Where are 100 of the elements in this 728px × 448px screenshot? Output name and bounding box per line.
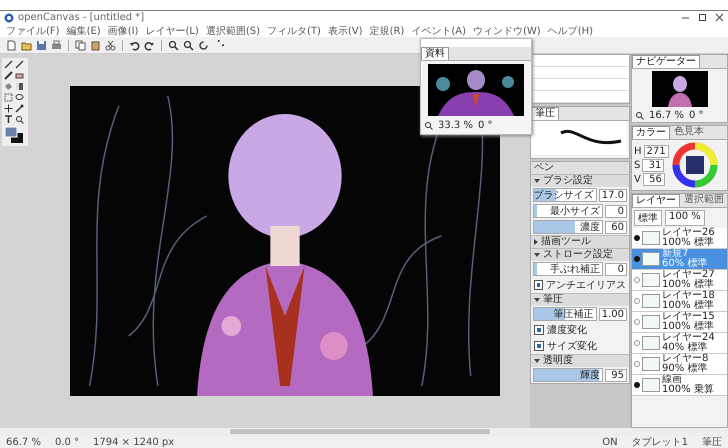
pen-tool-icon[interactable] bbox=[4, 60, 13, 69]
menu-item[interactable]: 選択範囲(S) bbox=[206, 24, 260, 38]
layer-row[interactable]: レイヤー15 100% 標準 bbox=[632, 312, 727, 333]
checkbox-label: 濃度変化 bbox=[547, 324, 587, 337]
slider[interactable]: 濃度 bbox=[533, 220, 603, 234]
layer-thumbnail bbox=[642, 315, 660, 329]
print-icon[interactable] bbox=[51, 40, 62, 50]
slider[interactable]: 手ぶれ補正 bbox=[533, 262, 603, 276]
layer-row[interactable]: レイヤー8 90% 標準 bbox=[632, 354, 727, 375]
layer-row[interactable]: レイヤー18 100% 標準 bbox=[632, 291, 727, 312]
visibility-dot[interactable] bbox=[634, 298, 640, 304]
brush-name: ペン bbox=[531, 162, 629, 174]
zoom-in-icon[interactable] bbox=[168, 40, 179, 50]
menu-item[interactable]: 編集(E) bbox=[66, 24, 101, 38]
opacity-field[interactable]: 100 % bbox=[665, 210, 705, 226]
eyedropper-tool-icon[interactable] bbox=[15, 104, 24, 113]
value-field[interactable]: 17.0 bbox=[598, 188, 627, 202]
gradient-tool-icon[interactable] bbox=[15, 82, 24, 91]
layer-tab[interactable]: レイヤー bbox=[632, 194, 680, 207]
redo-icon[interactable] bbox=[144, 40, 155, 50]
new-file-icon[interactable] bbox=[6, 40, 17, 50]
save-icon[interactable] bbox=[36, 40, 47, 50]
section-header[interactable]: ブラシ設定 bbox=[531, 174, 629, 187]
layer-name: レイヤー26 bbox=[662, 228, 715, 238]
text-tool-icon[interactable] bbox=[4, 115, 13, 124]
visibility-dot[interactable] bbox=[634, 382, 640, 388]
eraser-tool-icon[interactable] bbox=[15, 71, 24, 80]
color-tab[interactable]: 色見本 bbox=[671, 126, 707, 139]
visibility-dot[interactable] bbox=[634, 340, 640, 346]
value-field[interactable]: 0 bbox=[605, 262, 627, 276]
layer-row[interactable]: レイヤー26 100% 標準 bbox=[632, 228, 727, 249]
section-header[interactable]: 透明度 bbox=[531, 354, 629, 367]
menu-item[interactable]: フィルタ(T) bbox=[266, 24, 321, 38]
brush-preview-tab[interactable]: 筆圧 bbox=[531, 107, 559, 120]
zoom-icon[interactable] bbox=[635, 111, 644, 120]
close-icon[interactable] bbox=[715, 13, 724, 22]
channel-value-field[interactable]: 271 bbox=[644, 144, 669, 158]
reference-tab[interactable]: 資料 bbox=[421, 47, 449, 60]
status-text: 0.0 ° bbox=[54, 436, 80, 448]
channel-value-field[interactable]: 56 bbox=[642, 172, 665, 186]
section-header[interactable]: ストローク設定 bbox=[531, 248, 629, 261]
visibility-dot[interactable] bbox=[634, 277, 640, 283]
undo-icon[interactable] bbox=[129, 40, 140, 50]
status-text: タブレット1 bbox=[632, 436, 688, 448]
layer-name: 新規7 bbox=[662, 249, 688, 259]
visibility-dot[interactable] bbox=[634, 319, 640, 325]
copy-icon[interactable] bbox=[75, 40, 86, 50]
menu-item[interactable]: ウィンドウ(W) bbox=[472, 24, 541, 38]
slider[interactable]: 最小サイズ bbox=[533, 204, 603, 218]
color-swatch-icon[interactable] bbox=[4, 126, 24, 144]
lasso-tool-icon[interactable] bbox=[15, 93, 24, 102]
value-field[interactable]: 95 bbox=[605, 368, 627, 382]
color-wheel-icon[interactable] bbox=[672, 142, 718, 188]
slider[interactable]: 輝度 bbox=[533, 368, 603, 382]
paste-icon[interactable] bbox=[90, 40, 101, 50]
menu-item[interactable]: 表示(V) bbox=[328, 24, 363, 38]
visibility-dot[interactable] bbox=[634, 361, 640, 367]
rotate-left-icon[interactable] bbox=[198, 40, 209, 50]
section-header[interactable]: 筆圧 bbox=[531, 293, 629, 306]
layer-row[interactable]: 線画 100% 乗算 bbox=[632, 375, 727, 396]
visibility-dot[interactable] bbox=[634, 256, 640, 262]
menu-item[interactable]: 定規(R) bbox=[370, 24, 404, 38]
menu-item[interactable]: ファイル(F) bbox=[6, 24, 60, 38]
menu-item[interactable]: ヘルプ(H) bbox=[548, 24, 594, 38]
value-field[interactable]: 0 bbox=[605, 204, 627, 218]
layer-tab[interactable]: 選択範囲 bbox=[681, 194, 727, 207]
scrollbar-thumb[interactable] bbox=[230, 429, 490, 434]
select-tool-icon[interactable] bbox=[4, 93, 13, 102]
menu-item[interactable]: レイヤー(L) bbox=[145, 24, 199, 38]
open-folder-icon[interactable] bbox=[21, 40, 32, 50]
layer-thumbnail bbox=[642, 336, 660, 350]
visibility-dot[interactable] bbox=[634, 235, 640, 241]
navigator-tab[interactable]: ナビゲーター bbox=[632, 55, 700, 68]
layer-row[interactable]: レイヤー27 100% 標準 bbox=[632, 270, 727, 291]
layer-name: 線画 bbox=[662, 375, 682, 385]
cut-icon[interactable] bbox=[105, 40, 116, 50]
slider[interactable]: 筆圧補正 bbox=[533, 307, 597, 321]
channel-value-field[interactable]: 31 bbox=[642, 158, 664, 172]
checkbox[interactable] bbox=[534, 325, 544, 335]
color-tab[interactable]: カラー bbox=[632, 126, 670, 139]
maximize-icon[interactable] bbox=[698, 13, 707, 22]
layer-thumbnail bbox=[642, 294, 660, 308]
zoom-tool-icon[interactable] bbox=[15, 115, 24, 124]
pencil-tool-icon[interactable] bbox=[15, 60, 24, 69]
menu-item[interactable]: 画像(I) bbox=[108, 24, 138, 38]
section-header[interactable]: 描画ツール bbox=[531, 235, 629, 248]
checkbox[interactable] bbox=[534, 341, 544, 351]
value-field[interactable]: 1.00 bbox=[598, 308, 627, 320]
layer-row[interactable]: レイヤー24 40% 標準 bbox=[632, 333, 727, 354]
menu-item[interactable]: イベント(A) bbox=[411, 24, 466, 38]
brush-tool-icon[interactable] bbox=[4, 71, 13, 80]
zoom-icon[interactable] bbox=[424, 121, 433, 130]
channel-label: H bbox=[634, 146, 642, 156]
checkbox[interactable] bbox=[534, 280, 543, 290]
move-tool-icon[interactable] bbox=[4, 104, 13, 113]
value-field[interactable]: 60 bbox=[605, 220, 627, 234]
blend-mode-dropdown[interactable]: 標準 bbox=[634, 210, 662, 226]
zoom-out-icon[interactable] bbox=[183, 40, 194, 50]
slider[interactable]: ブラシサイズ bbox=[533, 188, 597, 202]
angle-value: 0 ° bbox=[478, 120, 492, 131]
